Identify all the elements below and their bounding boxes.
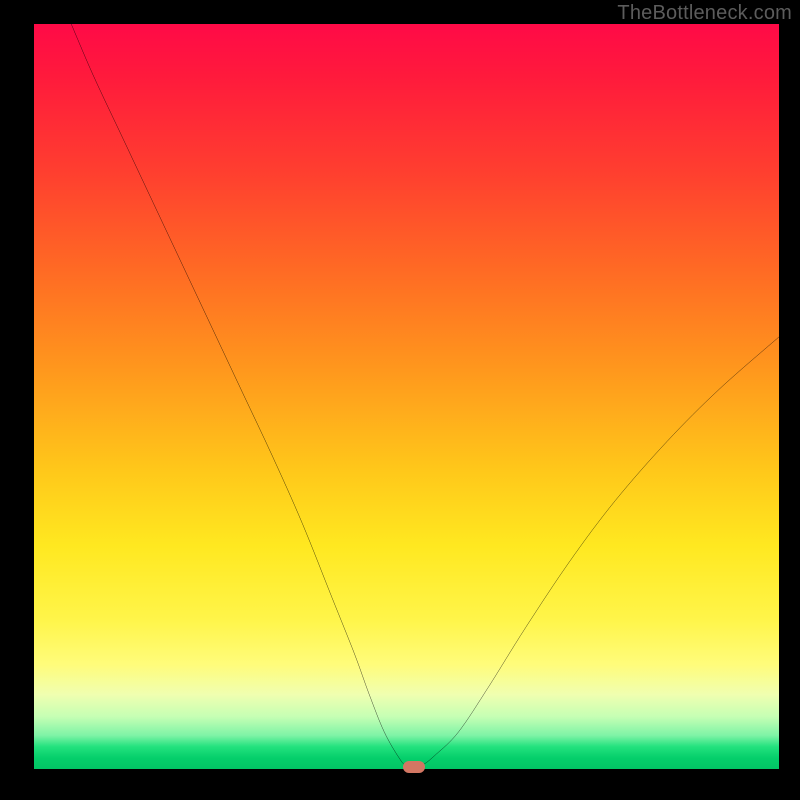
watermark-text: TheBottleneck.com	[617, 2, 792, 25]
chart-frame: TheBottleneck.com	[0, 0, 800, 800]
plot-area	[34, 24, 779, 769]
bottleneck-curve	[34, 24, 779, 769]
optimal-marker	[403, 761, 425, 773]
